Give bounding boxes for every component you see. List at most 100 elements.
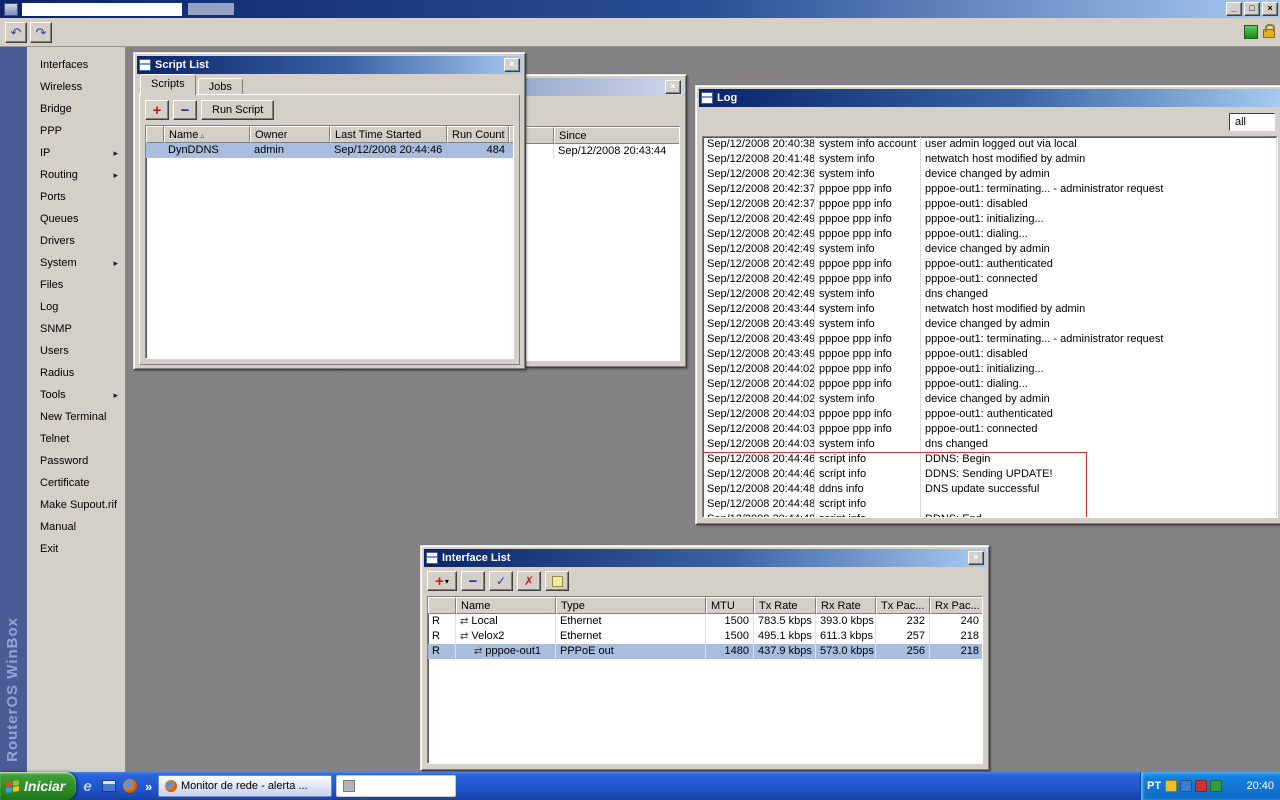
antivirus-icon[interactable] <box>1210 780 1223 792</box>
log-titlebar[interactable]: Log <box>699 89 1280 107</box>
script-list-window[interactable]: Script List × Scripts Jobs + − Run Script… <box>133 52 526 370</box>
log-row[interactable]: Sep/12/2008 20:44:02 pppoe ppp info pppoe-… <box>703 377 1277 392</box>
close-button[interactable]: × <box>1262 2 1278 16</box>
log-row[interactable]: Sep/12/2008 20:44:03 pppoe ppp info pppoe-… <box>703 422 1277 437</box>
sidebar-item-users[interactable]: Users <box>27 340 125 362</box>
log-row[interactable]: Sep/12/2008 20:44:48 ddns info DNS update … <box>703 482 1277 497</box>
log-row[interactable]: Sep/12/2008 20:41:48 system info netwatch … <box>703 152 1277 167</box>
log-window[interactable]: Log all Sep/12/2008 20:40:38 system info … <box>695 85 1280 525</box>
sidebar-item-queues[interactable]: Queues <box>27 208 125 230</box>
taskbar-clock[interactable]: 20:40 <box>1246 780 1274 792</box>
log-row[interactable]: Sep/12/2008 20:42:49 pppoe ppp info pppoe-… <box>703 272 1277 287</box>
column-header-name[interactable]: Name <box>456 597 556 614</box>
log-row[interactable]: Sep/12/2008 20:44:46 script info DDNS: Beg… <box>703 452 1277 467</box>
internet-explorer-icon[interactable]: e <box>80 778 95 795</box>
main-titlebar[interactable]: _ □ × <box>0 0 1280 18</box>
log-filter-dropdown[interactable]: all <box>1229 113 1275 131</box>
sidebar-item-ports[interactable]: Ports <box>27 186 125 208</box>
script-row[interactable]: DynDDNS admin Sep/12/2008 20:44:46 484 <box>146 143 513 158</box>
log-row[interactable]: Sep/12/2008 20:44:46 script info DDNS: Sen… <box>703 467 1277 482</box>
log-row[interactable]: Sep/12/2008 20:43:49 pppoe ppp info pppoe-… <box>703 347 1277 362</box>
sidebar-item-ppp[interactable]: PPP <box>27 120 125 142</box>
start-button[interactable]: Iniciar <box>0 772 76 800</box>
column-header-rx-rate[interactable]: Rx Rate <box>816 597 876 614</box>
sidebar-item-drivers[interactable]: Drivers <box>27 230 125 252</box>
log-row[interactable]: Sep/12/2008 20:44:03 system info dns chang… <box>703 437 1277 452</box>
undo-button[interactable]: ↶ <box>5 22 27 43</box>
quicklaunch-overflow-chevron[interactable]: » <box>145 779 152 794</box>
log-row[interactable]: Sep/12/2008 20:44:02 pppoe ppp info pppoe-… <box>703 362 1277 377</box>
sidebar-item-ip[interactable]: IP ▸ <box>27 142 125 164</box>
launch-window-icon[interactable] <box>101 779 116 794</box>
disable-interface-button[interactable]: ✗ <box>517 571 541 591</box>
torch-button[interactable] <box>545 571 569 591</box>
interface-row[interactable]: R ⇄ pppoe-out1 PPPoE out 1480 437.9 kbps 573.0… <box>428 644 982 659</box>
log-row[interactable]: Sep/12/2008 20:42:49 pppoe ppp info pppoe-… <box>703 257 1277 272</box>
log-row[interactable]: Sep/12/2008 20:44:48 script info <box>703 497 1277 512</box>
taskbar-task-monitor[interactable]: Monitor de rede - alerta ... <box>158 775 332 797</box>
sidebar-item-radius[interactable]: Radius <box>27 362 125 384</box>
sidebar-item-system[interactable]: System ▸ <box>27 252 125 274</box>
enable-interface-button[interactable]: ✓ <box>489 571 513 591</box>
column-header-tx-pac[interactable]: Tx Pac... <box>876 597 930 614</box>
run-script-button[interactable]: Run Script <box>201 100 275 120</box>
sidebar-item-bridge[interactable]: Bridge <box>27 98 125 120</box>
interface-list-close-button[interactable]: × <box>968 551 984 565</box>
sidebar-item-log[interactable]: Log <box>27 296 125 318</box>
tab-jobs[interactable]: Jobs <box>197 78 243 95</box>
column-header-tx-rate[interactable]: Tx Rate <box>754 597 816 614</box>
log-row[interactable]: Sep/12/2008 20:44:02 system info device ch… <box>703 392 1277 407</box>
script-list-close-button[interactable]: × <box>504 58 520 72</box>
sidebar-item-telnet[interactable]: Telnet <box>27 428 125 450</box>
sidebar-item-password[interactable]: Password <box>27 450 125 472</box>
sidebar-item-tools[interactable]: Tools ▸ <box>27 384 125 406</box>
remove-interface-button[interactable]: − <box>461 571 485 591</box>
interface-list-titlebar[interactable]: Interface List × <box>424 549 986 567</box>
log-row[interactable]: Sep/12/2008 20:42:49 pppoe ppp info pppoe-… <box>703 227 1277 242</box>
remove-script-button[interactable]: − <box>173 100 197 120</box>
column-header-type[interactable]: Type <box>556 597 706 614</box>
log-row[interactable]: Sep/12/2008 20:43:49 pppoe ppp info pppoe-… <box>703 332 1277 347</box>
firefox-quicklaunch-icon[interactable] <box>122 779 137 794</box>
log-row[interactable]: Sep/12/2008 20:42:37 pppoe ppp info pppoe-… <box>703 197 1277 212</box>
add-interface-button[interactable]: + ▾ <box>427 571 457 591</box>
sidebar-item-wireless[interactable]: Wireless <box>27 76 125 98</box>
add-script-button[interactable]: + <box>145 100 169 120</box>
column-header-name[interactable]: Name ▵ <box>164 126 250 143</box>
sidebar-item-routing[interactable]: Routing ▸ <box>27 164 125 186</box>
sidebar-item-make-supout-rif[interactable]: Make Supout.rif <box>27 494 125 516</box>
redo-button[interactable]: ↷ <box>30 22 52 43</box>
interface-row[interactable]: R ⇄ Local Ethernet 1500 783.5 kbps 393.0 kbps 2… <box>428 614 982 629</box>
column-header-blank[interactable] <box>428 597 456 614</box>
script-list-titlebar[interactable]: Script List × <box>137 56 522 74</box>
log-row[interactable]: Sep/12/2008 20:43:49 system info device ch… <box>703 317 1277 332</box>
log-row[interactable]: Sep/12/2008 20:42:36 system info device ch… <box>703 167 1277 182</box>
column-header-blank[interactable] <box>146 126 164 143</box>
interface-row[interactable]: R ⇄ Velox2 Ethernet 1500 495.1 kbps 611.3 kbps… <box>428 629 982 644</box>
taskbar-task-redacted[interactable] <box>336 775 456 797</box>
column-header-since[interactable]: Since <box>554 127 679 144</box>
log-row[interactable]: Sep/12/2008 20:43:44 system info netwatch … <box>703 302 1277 317</box>
sidebar-item-files[interactable]: Files <box>27 274 125 296</box>
column-header-last-time-started[interactable]: Last Time Started <box>330 126 447 143</box>
sidebar-item-manual[interactable]: Manual <box>27 516 125 538</box>
network-icon[interactable] <box>1180 780 1193 792</box>
column-header-owner[interactable]: Owner <box>250 126 330 143</box>
language-indicator[interactable]: PT <box>1147 780 1161 792</box>
sidebar-item-snmp[interactable]: SNMP <box>27 318 125 340</box>
interface-list-window[interactable]: Interface List × + ▾ − ✓ ✗ Name Type MTU Tx … <box>420 545 990 771</box>
column-header-run-count[interactable]: Run Count <box>447 126 509 143</box>
column-header-rx-pac[interactable]: Rx Pac... <box>930 597 982 614</box>
sidebar-item-interfaces[interactable]: Interfaces <box>27 54 125 76</box>
log-row[interactable]: Sep/12/2008 20:44:48script infoDDNS: End <box>703 512 1277 517</box>
column-header-mtu[interactable]: MTU <box>706 597 754 614</box>
tab-scripts[interactable]: Scripts <box>140 74 196 95</box>
log-row[interactable]: Sep/12/2008 20:42:49 system info dns chang… <box>703 287 1277 302</box>
update-icon[interactable] <box>1165 780 1178 792</box>
sidebar-item-certificate[interactable]: Certificate <box>27 472 125 494</box>
log-row[interactable]: Sep/12/2008 20:42:49 system info device ch… <box>703 242 1277 257</box>
maximize-button[interactable]: □ <box>1244 2 1260 16</box>
log-row[interactable]: Sep/12/2008 20:40:38 system info account u… <box>703 137 1277 152</box>
sidebar-item-new-terminal[interactable]: New Terminal <box>27 406 125 428</box>
since-close-button[interactable]: × <box>665 80 681 94</box>
